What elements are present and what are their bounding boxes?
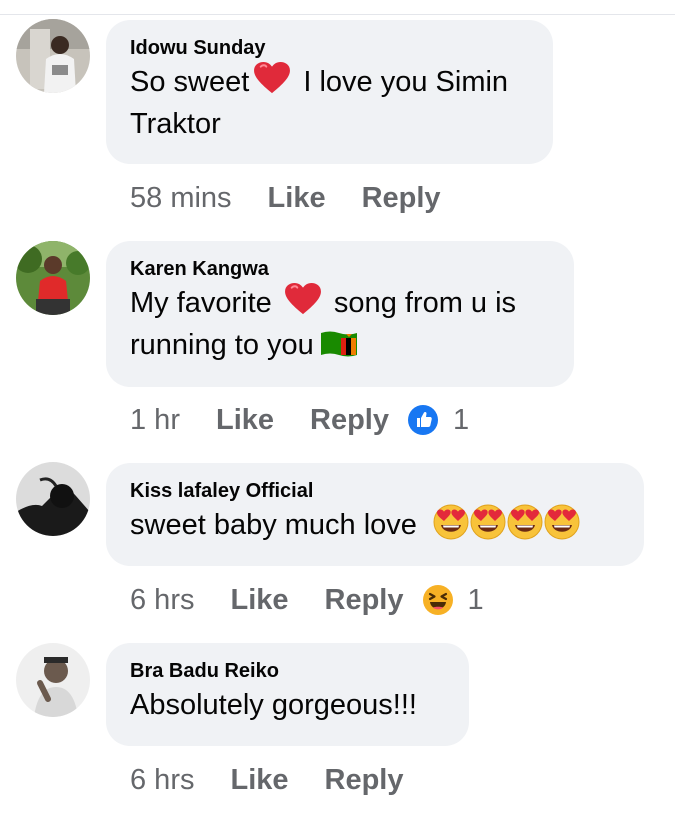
reaction-summary[interactable]: 1	[407, 404, 469, 437]
comment-bubble: Bra Badu Reiko Absolutely gorgeous!!!	[106, 643, 469, 746]
red-heart-emoji-icon	[253, 61, 291, 95]
avatar[interactable]	[16, 19, 90, 93]
comment-timestamp[interactable]: 6 hrs	[130, 584, 194, 617]
comment-text: Absolutely gorgeous!!!	[130, 689, 417, 721]
like-button[interactable]: Like	[268, 182, 326, 215]
heart-eyes-emoji-icon	[470, 504, 506, 540]
zambia-flag-emoji-icon	[320, 331, 357, 357]
comment-actions: 1 hr Like Reply 1	[130, 400, 469, 440]
avatar[interactable]	[16, 462, 90, 536]
heart-eyes-emoji-icon	[544, 504, 580, 540]
reaction-count: 1	[453, 403, 470, 436]
avatar[interactable]	[16, 241, 90, 315]
comment-text: sweet baby much love	[130, 504, 620, 546]
comment-author[interactable]: Kiss lafaley Official	[130, 478, 620, 504]
reply-button[interactable]: Reply	[325, 764, 404, 797]
comment-text: My favorite song from u is running to yo…	[130, 282, 550, 366]
comment-author[interactable]: Karen Kangwa	[130, 256, 550, 282]
comment-text: So sweet I love you Simin Traktor	[130, 61, 529, 145]
heart-eyes-emoji-icon	[507, 504, 543, 540]
top-divider	[0, 14, 675, 15]
like-button[interactable]: Like	[230, 764, 288, 797]
like-button[interactable]: Like	[216, 404, 274, 437]
comment-bubble: Kiss lafaley Official sweet baby much lo…	[106, 463, 644, 566]
comment-timestamp[interactable]: 6 hrs	[130, 764, 194, 797]
haha-icon	[422, 585, 453, 615]
like-button[interactable]: Like	[230, 584, 288, 617]
comment-timestamp[interactable]: 58 mins	[130, 182, 232, 215]
comment-bubble: Karen Kangwa My favorite song from u is …	[106, 241, 574, 387]
reply-button[interactable]: Reply	[310, 404, 389, 437]
comment-author[interactable]: Idowu Sunday	[130, 35, 529, 61]
avatar[interactable]	[16, 643, 90, 717]
reaction-summary[interactable]: 1	[422, 584, 484, 617]
comment-actions: 6 hrs Like Reply	[130, 760, 440, 800]
reaction-count: 1	[467, 583, 484, 616]
thumbs-up-icon	[408, 405, 438, 435]
reply-button[interactable]: Reply	[325, 584, 404, 617]
comment-actions: 58 mins Like Reply	[130, 178, 477, 218]
comment-actions: 6 hrs Like Reply 1	[130, 580, 484, 620]
red-heart-emoji-icon	[284, 282, 322, 316]
comment-timestamp[interactable]: 1 hr	[130, 404, 180, 437]
comment-bubble: Idowu Sunday So sweet I love you Simin T…	[106, 20, 553, 164]
comment-author[interactable]: Bra Badu Reiko	[130, 658, 445, 684]
heart-eyes-emoji-icon	[433, 504, 469, 540]
reply-button[interactable]: Reply	[362, 182, 441, 215]
